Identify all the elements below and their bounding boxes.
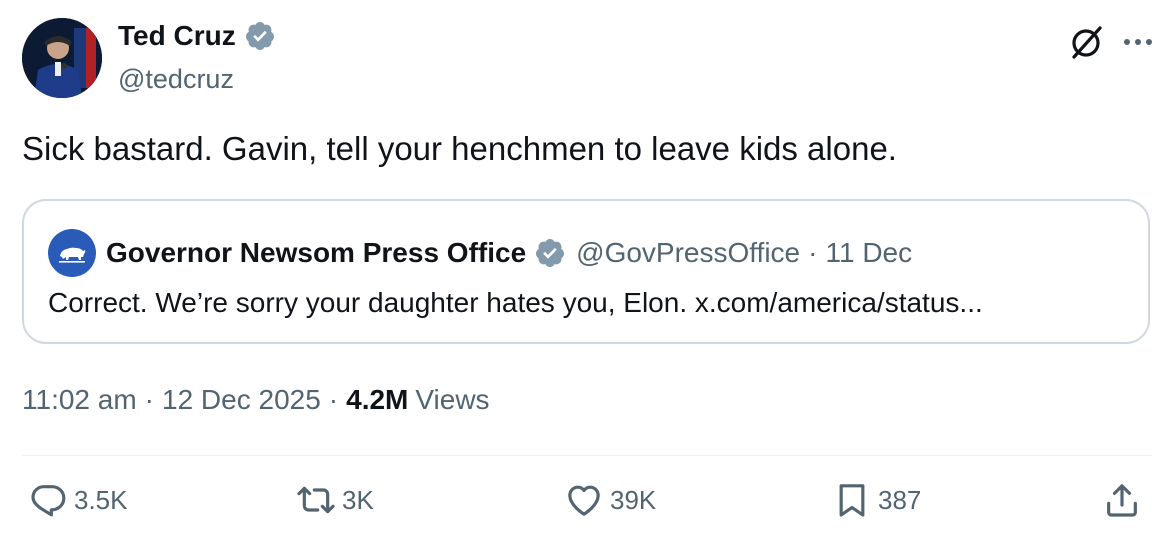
share-icon: [1107, 484, 1137, 517]
tweet-meta: 11:02 am · 12 Dec 2025 · 4.2M Views: [22, 384, 490, 416]
reply-icon: [31, 485, 66, 517]
bookmark-button[interactable]: 387: [832, 480, 921, 520]
action-bar: 3.5K 3K 39K 387: [22, 480, 1152, 530]
avatar-photo: [22, 18, 102, 98]
author-handle[interactable]: @tedcruz: [118, 64, 234, 95]
tweet-top-actions: [1066, 22, 1156, 62]
separator-dot: ·: [808, 237, 818, 268]
bookmark-count: 387: [878, 484, 922, 515]
author-display-name[interactable]: Ted Cruz: [118, 20, 236, 52]
repost-button[interactable]: 3K: [296, 480, 374, 520]
quoted-author-handle[interactable]: @GovPressOffice: [576, 237, 800, 269]
share-button[interactable]: [1102, 480, 1142, 520]
quoted-tweet-card[interactable]: Governor Newsom Press Office @GovPressOf…: [22, 199, 1150, 344]
quoted-tweet-header: Governor Newsom Press Office @GovPressOf…: [48, 229, 912, 277]
views-label: Views: [415, 384, 490, 415]
separator-dot: ·: [144, 384, 154, 415]
reply-count: 3.5K: [74, 484, 128, 515]
bookmark-icon: [839, 484, 865, 517]
author-avatar[interactable]: [22, 18, 102, 98]
author-name-row[interactable]: Ted Cruz: [118, 20, 276, 52]
like-button[interactable]: 39K: [564, 480, 656, 520]
repost-count: 3K: [342, 484, 374, 515]
tweet-time[interactable]: 11:02 am: [22, 384, 137, 416]
heart-icon: [568, 485, 600, 516]
quoted-author-name[interactable]: Governor Newsom Press Office: [106, 237, 526, 269]
verified-badge-icon[interactable]: [244, 20, 276, 52]
quoted-tweet-date[interactable]: 11 Dec: [825, 237, 912, 269]
like-count: 39K: [610, 484, 657, 515]
tweet-text: Sick bastard. Gavin, tell your henchmen …: [22, 130, 897, 167]
bear-icon: [59, 247, 86, 263]
tweet-date[interactable]: 12 Dec 2025: [162, 384, 321, 416]
separator-dot: ·: [328, 384, 339, 415]
grok-icon[interactable]: [1066, 22, 1106, 62]
divider: [22, 455, 1152, 456]
views-count: 4.2M: [346, 384, 409, 415]
verified-badge-icon[interactable]: [534, 237, 566, 269]
quoted-tweet-text: Correct. We’re sorry your daughter hates…: [48, 287, 983, 318]
more-options-icon[interactable]: [1120, 24, 1156, 60]
repost-icon: [297, 486, 335, 514]
reply-button[interactable]: 3.5K: [28, 480, 128, 520]
quoted-author-avatar[interactable]: [48, 229, 96, 277]
